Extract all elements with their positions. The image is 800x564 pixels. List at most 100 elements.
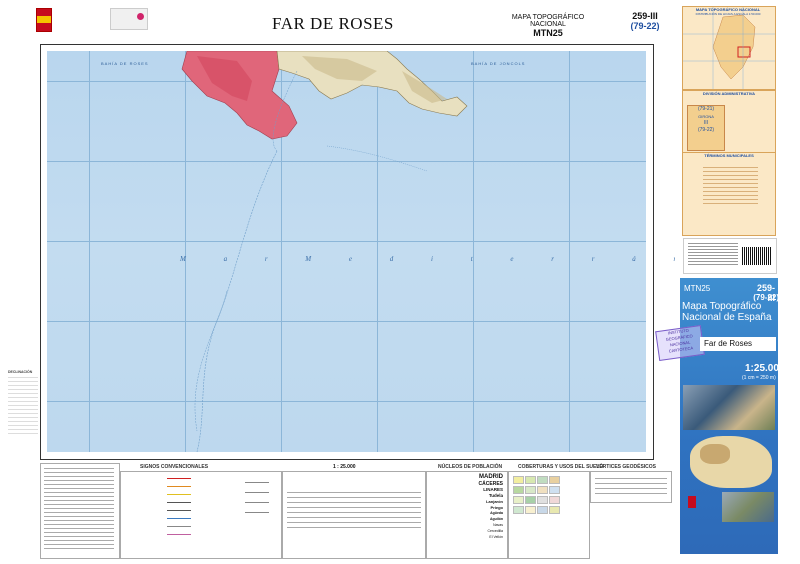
landuse-swatch [525,486,536,494]
landuse-swatch [549,476,560,484]
landuse-swatch [537,486,548,494]
legend-road-line [167,494,191,495]
population-word: Tudela [488,493,503,498]
legend-boundary-line [167,534,191,535]
legend-road-line [167,502,191,503]
series-heading: MAPA TOPOGRÁFICO NACIONAL MTN25 [493,14,603,38]
population-word: Navas [493,523,503,527]
spain-locator-map [690,436,772,488]
landuse-swatch [525,476,536,484]
landuse-swatch [549,506,560,514]
legend-line [245,482,269,483]
spain-locator-highlight [700,444,730,464]
legend-road-line [167,510,191,511]
legend-area: SIGNOS CONVENCIONALES NÚCLEOS DE POBLACI… [40,463,672,559]
cap-de-creus-land [276,51,468,117]
legend-road-line [167,486,191,487]
cover-scale: 1:25.000 [745,363,785,374]
landuse-swatch [537,476,548,484]
landuse-swatch [549,486,560,494]
population-word: Cercedilla [487,529,503,533]
map-title: FAR DE ROSES [272,14,394,33]
municipal-title: TÉRMINOS MUNICIPALES [704,153,754,158]
map-sea-area[interactable]: BAHÍA DE ROSES BAHÍA DE JONCOLS [47,51,646,452]
vertices-title: VÉRTICES GEODÉSICOS [596,464,657,470]
landuse-swatch [525,506,536,514]
relief-3d-image [683,385,775,430]
cartoteca-stamp: INSTITUTO GEOGRÁFICO NACIONAL CARTOTECA [655,324,705,362]
vertices-text [595,478,667,494]
cover-mtn: MTN25 [684,284,711,293]
municipal-inset: TÉRMINOS MUNICIPALES [682,152,776,236]
legend-notes-box [40,463,120,559]
distribution-map-icon [683,7,775,89]
barcode-icon [742,247,772,265]
landuse-box [508,471,590,559]
legend-line [245,492,269,493]
admin-region: GIRONA [698,114,714,119]
landuse-swatch [513,486,524,494]
ministry-logo-text [54,10,55,15]
landuse-swatch [525,496,536,504]
landuse-swatch [513,496,524,504]
municipal-list [703,167,758,207]
population-word: LINARES [483,487,503,492]
signs-title: SIGNOS CONVENCIONALES [140,464,209,470]
scale-info-text [287,492,421,532]
landuse-title: COBERTURAS Y USOS DEL SUELO [518,464,604,470]
legend-water-line [167,518,191,519]
population-word: Aguilón [489,517,503,521]
sheet-grid: (79-22) [630,21,660,31]
landuse-swatch [549,496,560,504]
aerial-photo-image [722,492,774,522]
population-box: MADRID CÁCERES LINARES Tudela Lanjarón P… [426,471,508,559]
declination-title: DECLINACIÓN [8,370,33,374]
scale-info-box [282,471,426,559]
bay-jonculs-label: BAHÍA DE JONCOLS [471,61,526,66]
declination-table: DECLINACIÓN [8,370,38,437]
cover-title: Mapa Topográfico Nacional de España [682,301,772,323]
legend-line [245,512,269,513]
signs-box [120,471,282,559]
dashed-boundary [326,145,428,172]
bathymetry-contour [194,290,228,432]
admin-grid: (79-22) [697,127,715,133]
admin-division-inset: DIVISIÓN ADMINISTRATIVA (79-21) GIRONA I… [682,90,776,154]
admin-roman: III [703,120,709,126]
declination-rows [8,376,38,437]
population-word: Lanjarón [486,499,503,504]
vertices-box [590,471,672,503]
population-word: El Vellón [489,535,503,539]
admin-sheet: (79-21) [697,106,715,112]
spain-coat-of-arms-logo [36,8,52,32]
legend-road-line [167,526,191,527]
publication-text [688,243,738,267]
inset-title: MAPA TOPOGRÁFICO NACIONAL DISTRIBUCIÓN D… [683,7,773,16]
admin-region-box: (79-21) GIRONA III (79-22) [687,105,725,151]
ign-logo-mark-icon [137,13,144,20]
population-word: Agüeda [490,511,503,515]
population-word: MADRID [479,474,503,480]
inset-subtitle: DISTRIBUCIÓN DE HOJAS A ESCALA 1:50.000 [695,12,761,16]
admin-title: DIVISIÓN ADMINISTRATIVA [702,91,756,96]
landuse-swatch [513,506,524,514]
cover-scale-sub: (1 cm = 250 m) [742,375,776,381]
legend-line [245,502,269,503]
legend-notes-text [44,468,114,552]
sheet-distribution-inset [682,6,776,90]
legend-road-line [167,478,191,479]
sheet-number: 259-III [632,11,658,21]
spain-coat-of-arms-logo [688,496,696,508]
bathymetry-contour [196,150,278,452]
bay-roses-label: BAHÍA DE ROSES [101,61,149,66]
sheet-number-block: 259-III (79-22) [620,11,670,31]
landuse-swatch [537,496,548,504]
cover-sheet-name: Far de Roses [700,337,776,351]
publication-info-box [683,238,777,274]
landuse-swatch [537,506,548,514]
series-line-2: MTN25 [533,28,563,38]
series-line-1: MAPA TOPOGRÁFICO NACIONAL [511,14,585,28]
coastline-layer [181,51,468,452]
landuse-swatch [513,476,524,484]
population-word: Priego [490,505,503,510]
